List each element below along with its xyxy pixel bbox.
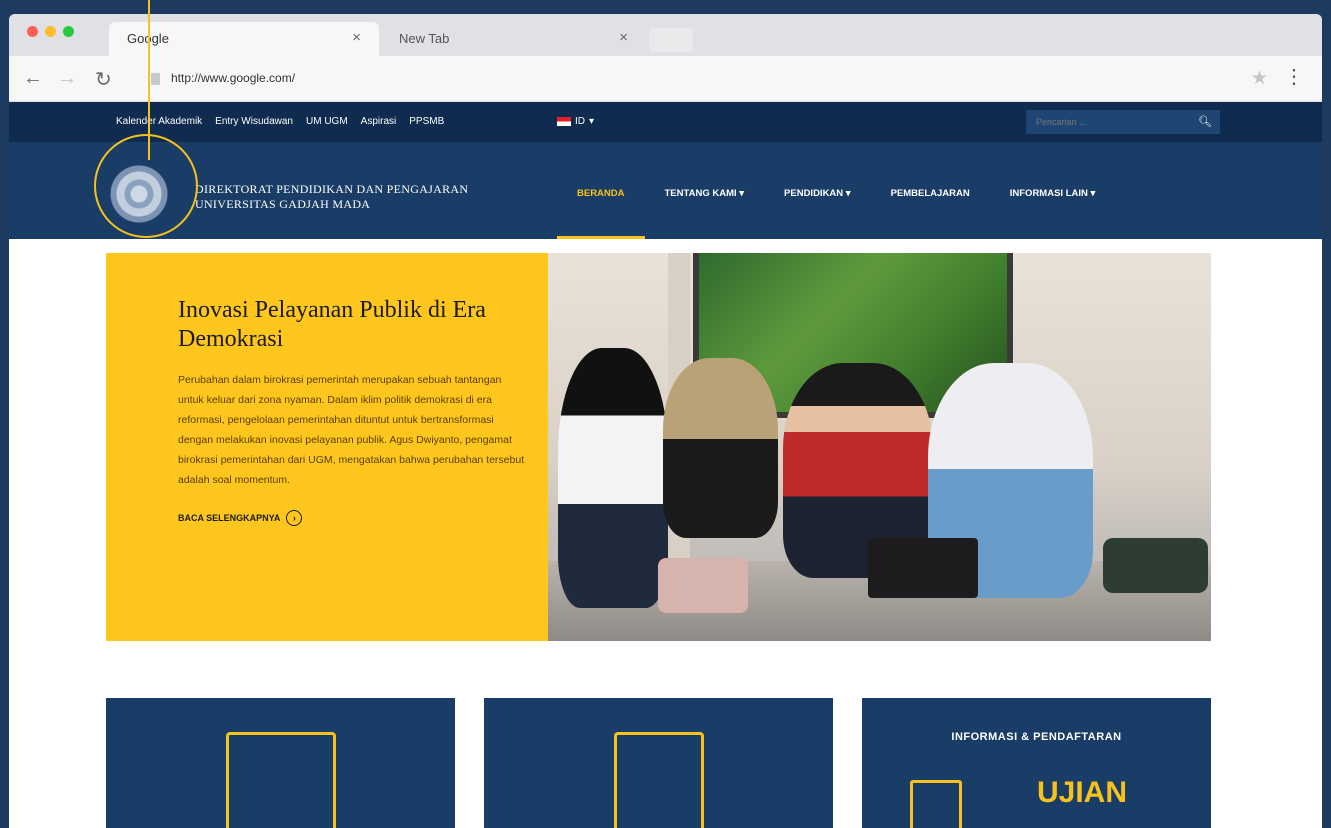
notepad-icon (614, 732, 704, 828)
arrow-circle-icon: › (286, 510, 303, 526)
menu-item-informasi-lain[interactable]: INFORMASI LAIN ▾ (990, 142, 1116, 239)
top-link-kalender[interactable]: Kalender Akademik (116, 116, 202, 127)
top-links: Kalender Akademik Entry Wisudawan UM UGM… (116, 116, 444, 127)
search-icon[interactable]: 🔍︎ (1198, 115, 1212, 128)
chevron-down-icon: ▾ (589, 116, 595, 127)
read-more-label: BACA SELENGKAPNYA (178, 513, 281, 523)
hero-photo (548, 253, 1211, 641)
photo-student-2 (663, 358, 778, 538)
card-ujian-title: INFORMASI & PENDAFTARAN (951, 731, 1122, 743)
main-navigation: DIREKTORAT PENDIDIKAN DAN PENGAJARAN UNI… (9, 142, 1322, 239)
tab-bar: Google × New Tab × (9, 14, 1322, 56)
top-link-ppsmb[interactable]: PPSMB (409, 116, 444, 127)
card-ujian[interactable]: INFORMASI & PENDAFTARAN UJIAN (862, 698, 1211, 828)
photo-student-1 (558, 348, 668, 608)
menu-item-pendidikan[interactable]: PENDIDIKAN ▾ (764, 142, 871, 239)
back-arrow-icon[interactable]: ← (23, 67, 43, 90)
top-link-aspirasi[interactable]: Aspirasi (361, 116, 397, 127)
minimize-window-button[interactable] (45, 26, 56, 37)
site-top-bar: Kalender Akademik Entry Wisudawan UM UGM… (9, 102, 1322, 142)
forward-arrow-icon[interactable]: → (57, 67, 77, 90)
address-bar: ← → ↻ http://www.google.com/ ★ ⋮ (9, 56, 1322, 102)
close-icon[interactable]: × (352, 29, 361, 46)
photo-bag (1103, 538, 1208, 593)
tab-new-tab[interactable]: New Tab × (381, 22, 646, 56)
menu-item-pembelajaran[interactable]: PEMBELAJARAN (871, 142, 990, 239)
close-icon[interactable]: × (619, 29, 628, 46)
menu-kebab-icon[interactable]: ⋮ (1284, 64, 1304, 89)
card-ujian-heading: UJIAN (1037, 776, 1128, 809)
read-more-link[interactable]: BACA SELENGKAPNYA › (178, 510, 518, 526)
calendar-icon (226, 732, 336, 828)
url-field[interactable]: http://www.google.com/ (171, 71, 295, 85)
site-brand[interactable]: DIREKTORAT PENDIDIKAN DAN PENGAJARAN UNI… (195, 182, 468, 212)
card-calendar[interactable] (106, 698, 455, 828)
main-menu: BERANDA TENTANG KAMI ▾ PENDIDIKAN ▾ PEMB… (557, 142, 1115, 239)
feature-cards: INFORMASI & PENDAFTARAN UJIAN (106, 698, 1211, 828)
callout-ring (94, 134, 198, 238)
search-box: 🔍︎ (1026, 110, 1220, 134)
reload-icon[interactable]: ↻ (95, 67, 112, 92)
star-icon[interactable]: ★ (1251, 67, 1268, 90)
maximize-window-button[interactable] (63, 26, 74, 37)
tab-label: New Tab (399, 31, 450, 46)
menu-item-tentang-kami[interactable]: TENTANG KAMI ▾ (645, 142, 765, 239)
language-selector[interactable]: ID ▾ (557, 116, 594, 127)
menu-item-beranda[interactable]: BERANDA (557, 142, 645, 239)
search-input[interactable] (1026, 110, 1196, 134)
brand-line-1: DIREKTORAT PENDIDIKAN DAN PENGAJARAN (195, 182, 469, 196)
brand-line-2: UNIVERSITAS GADJAH MADA (195, 197, 371, 211)
hero-text-panel: Inovasi Pelayanan Publik di Era Demokras… (106, 253, 548, 641)
photo-laptop (868, 538, 978, 598)
page-icon (151, 73, 160, 85)
top-link-um-ugm[interactable]: UM UGM (306, 116, 348, 127)
hero-title: Inovasi Pelayanan Publik di Era Demokras… (178, 297, 486, 352)
card-notes[interactable] (484, 698, 833, 828)
close-window-button[interactable] (27, 26, 38, 37)
top-link-entry-wisudawan[interactable]: Entry Wisudawan (215, 116, 293, 127)
hero-banner: Inovasi Pelayanan Publik di Era Demokras… (106, 253, 1211, 641)
document-icon (910, 780, 962, 828)
window-controls (27, 26, 74, 37)
new-tab-button[interactable] (649, 28, 693, 52)
hero-body: Perubahan dalam birokrasi pemerintah mer… (178, 374, 525, 486)
language-label: ID (575, 116, 585, 127)
photo-handbag (658, 558, 748, 613)
flag-icon (557, 117, 571, 126)
